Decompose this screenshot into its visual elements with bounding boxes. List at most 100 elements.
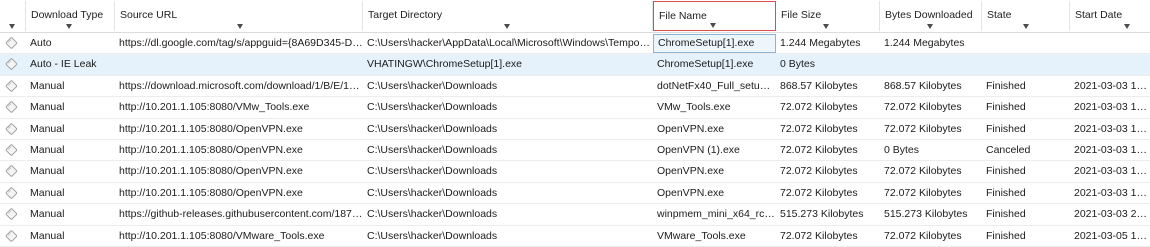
bytes-downloaded-cell[interactable]: 72.072 Kilobytes [880, 119, 982, 140]
table-row[interactable]: Manual https://download.microsoft.com/dow… [0, 76, 1150, 98]
file-name-cell[interactable]: VMw_Tools.exe [653, 97, 776, 118]
column-header-state[interactable]: State [982, 1, 1070, 31]
target-directory-cell[interactable]: C:\Users\hacker\Downloads [363, 183, 653, 204]
file-size-cell[interactable]: 72.072 Kilobytes [776, 97, 880, 118]
table-row[interactable]: Auto - IE Leak VHATINGW\ChromeSetup[1].ex… [0, 54, 1150, 76]
source-url-cell[interactable]: http://10.201.1.105:8080/OpenVPN.exe [115, 119, 363, 140]
source-url-cell[interactable] [115, 54, 363, 75]
state-cell[interactable] [982, 54, 1070, 75]
state-cell[interactable]: Finished [982, 97, 1070, 118]
file-size-cell[interactable]: 72.072 Kilobytes [776, 119, 880, 140]
column-header-download-type[interactable]: Download Type [26, 1, 115, 31]
filter-icon[interactable] [504, 24, 510, 29]
filter-icon[interactable] [710, 23, 716, 28]
bytes-downloaded-cell[interactable]: 72.072 Kilobytes [880, 226, 982, 247]
state-cell[interactable]: Finished [982, 204, 1070, 225]
download-type-cell[interactable]: Manual [26, 183, 115, 204]
source-url-cell[interactable]: http://10.201.1.105:8080/VMware_Tools.ex… [115, 226, 363, 247]
target-directory-cell[interactable]: C:\Users\hacker\Downloads [363, 204, 653, 225]
filter-icon[interactable] [1023, 24, 1029, 29]
target-directory-cell[interactable]: C:\Users\hacker\Downloads [363, 226, 653, 247]
state-cell[interactable]: Finished [982, 119, 1070, 140]
download-type-cell[interactable]: Auto - IE Leak [26, 54, 115, 75]
table-row[interactable]: Manual http://10.201.1.105:8080/OpenVPN.e… [0, 183, 1150, 205]
column-header-file-name[interactable]: File Name [653, 1, 776, 31]
state-cell[interactable]: Finished [982, 76, 1070, 97]
bytes-downloaded-cell[interactable]: 72.072 Kilobytes [880, 183, 982, 204]
download-type-cell[interactable]: Manual [26, 204, 115, 225]
source-url-cell[interactable]: https://github-releases.githubuserconten… [115, 204, 363, 225]
column-header-file-size[interactable]: File Size [776, 1, 880, 31]
target-directory-cell[interactable]: C:\Users\hacker\Downloads [363, 97, 653, 118]
file-name-cell[interactable]: OpenVPN (1).exe [653, 140, 776, 161]
start-date-cell[interactable]: 2021-03-03 19:32 [1070, 97, 1150, 118]
file-name-cell[interactable]: ChromeSetup[1].exe [653, 34, 776, 53]
start-date-cell[interactable]: 2021-03-03 19:40 [1070, 161, 1150, 182]
file-size-cell[interactable]: 72.072 Kilobytes [776, 140, 880, 161]
filter-icon[interactable] [66, 24, 72, 29]
filter-icon[interactable] [237, 24, 243, 29]
state-cell[interactable]: Finished [982, 226, 1070, 247]
filter-icon[interactable] [9, 24, 15, 29]
download-type-cell[interactable]: Auto [26, 33, 115, 54]
file-name-cell[interactable]: OpenVPN.exe [653, 161, 776, 182]
bytes-downloaded-cell[interactable]: 1.244 Megabytes [880, 33, 982, 54]
source-url-cell[interactable]: http://10.201.1.105:8080/VMw_Tools.exe [115, 97, 363, 118]
column-header-bytes-downloaded[interactable]: Bytes Downloaded [880, 1, 982, 31]
download-type-cell[interactable]: Manual [26, 76, 115, 97]
file-size-cell[interactable]: 72.072 Kilobytes [776, 161, 880, 182]
table-row[interactable]: Manual http://10.201.1.105:8080/OpenVPN.e… [0, 161, 1150, 183]
file-size-cell[interactable]: 0 Bytes [776, 54, 880, 75]
file-name-cell[interactable]: ChromeSetup[1].exe [653, 54, 776, 75]
column-header-source-url[interactable]: Source URL [115, 1, 363, 31]
start-date-cell[interactable] [1070, 33, 1150, 54]
file-name-cell[interactable]: winpmem_mini_x64_rc2.... [653, 204, 776, 225]
target-directory-cell[interactable]: C:\Users\hacker\Downloads [363, 119, 653, 140]
bytes-downloaded-cell[interactable]: 868.57 Kilobytes [880, 76, 982, 97]
file-name-cell[interactable]: OpenVPN.exe [653, 119, 776, 140]
start-date-cell[interactable]: 2021-03-03 19:38 [1070, 140, 1150, 161]
file-name-cell[interactable]: dotNetFx40_Full_setup.exe [653, 76, 776, 97]
start-date-cell[interactable]: 2021-03-03 19:38 [1070, 119, 1150, 140]
download-type-cell[interactable]: Manual [26, 119, 115, 140]
file-size-cell[interactable]: 72.072 Kilobytes [776, 183, 880, 204]
state-cell[interactable]: Finished [982, 161, 1070, 182]
bytes-downloaded-cell[interactable] [880, 54, 982, 75]
state-cell[interactable]: Finished [982, 183, 1070, 204]
state-cell[interactable]: Canceled [982, 140, 1070, 161]
file-name-cell[interactable]: OpenVPN.exe [653, 183, 776, 204]
table-row[interactable]: Manual http://10.201.1.105:8080/VMware_To… [0, 226, 1150, 247]
start-date-cell[interactable]: 2021-03-03 19:14 [1070, 76, 1150, 97]
source-url-cell[interactable]: http://10.201.1.105:8080/OpenVPN.exe [115, 140, 363, 161]
table-row[interactable]: Manual http://10.201.1.105:8080/OpenVPN.e… [0, 140, 1150, 162]
filter-icon[interactable] [1124, 24, 1130, 29]
filter-icon[interactable] [823, 24, 829, 29]
file-size-cell[interactable]: 1.244 Megabytes [776, 33, 880, 54]
source-url-cell[interactable]: http://10.201.1.105:8080/OpenVPN.exe [115, 161, 363, 182]
file-name-cell[interactable]: VMware_Tools.exe [653, 226, 776, 247]
bytes-downloaded-cell[interactable]: 72.072 Kilobytes [880, 161, 982, 182]
state-cell[interactable] [982, 33, 1070, 54]
download-type-cell[interactable]: Manual [26, 226, 115, 247]
source-url-cell[interactable]: http://10.201.1.105:8080/OpenVPN.exe [115, 183, 363, 204]
start-date-cell[interactable] [1070, 54, 1150, 75]
download-type-cell[interactable]: Manual [26, 140, 115, 161]
file-size-cell[interactable]: 868.57 Kilobytes [776, 76, 880, 97]
bytes-downloaded-cell[interactable]: 72.072 Kilobytes [880, 97, 982, 118]
file-size-cell[interactable]: 515.273 Kilobytes [776, 204, 880, 225]
column-header-icon[interactable] [0, 1, 26, 31]
target-directory-cell[interactable]: C:\Users\hacker\AppData\Local\Microsoft\… [363, 33, 653, 54]
column-header-target-directory[interactable]: Target Directory [363, 1, 653, 31]
start-date-cell[interactable]: 2021-03-03 19:44 [1070, 183, 1150, 204]
bytes-downloaded-cell[interactable]: 0 Bytes [880, 140, 982, 161]
source-url-cell[interactable]: https://dl.google.com/tag/s/appguid={8A6… [115, 33, 363, 54]
table-row[interactable]: Auto https://dl.google.com/tag/s/appguid=… [0, 33, 1150, 55]
target-directory-cell[interactable]: C:\Users\hacker\Downloads [363, 140, 653, 161]
target-directory-cell[interactable]: C:\Users\hacker\Downloads [363, 161, 653, 182]
download-type-cell[interactable]: Manual [26, 97, 115, 118]
target-directory-cell[interactable]: VHATINGW\ChromeSetup[1].exe [363, 54, 653, 75]
table-row[interactable]: Manual http://10.201.1.105:8080/OpenVPN.e… [0, 119, 1150, 140]
source-url-cell[interactable]: https://download.microsoft.com/download/… [115, 76, 363, 97]
download-type-cell[interactable]: Manual [26, 161, 115, 182]
target-directory-cell[interactable]: C:\Users\hacker\Downloads [363, 76, 653, 97]
